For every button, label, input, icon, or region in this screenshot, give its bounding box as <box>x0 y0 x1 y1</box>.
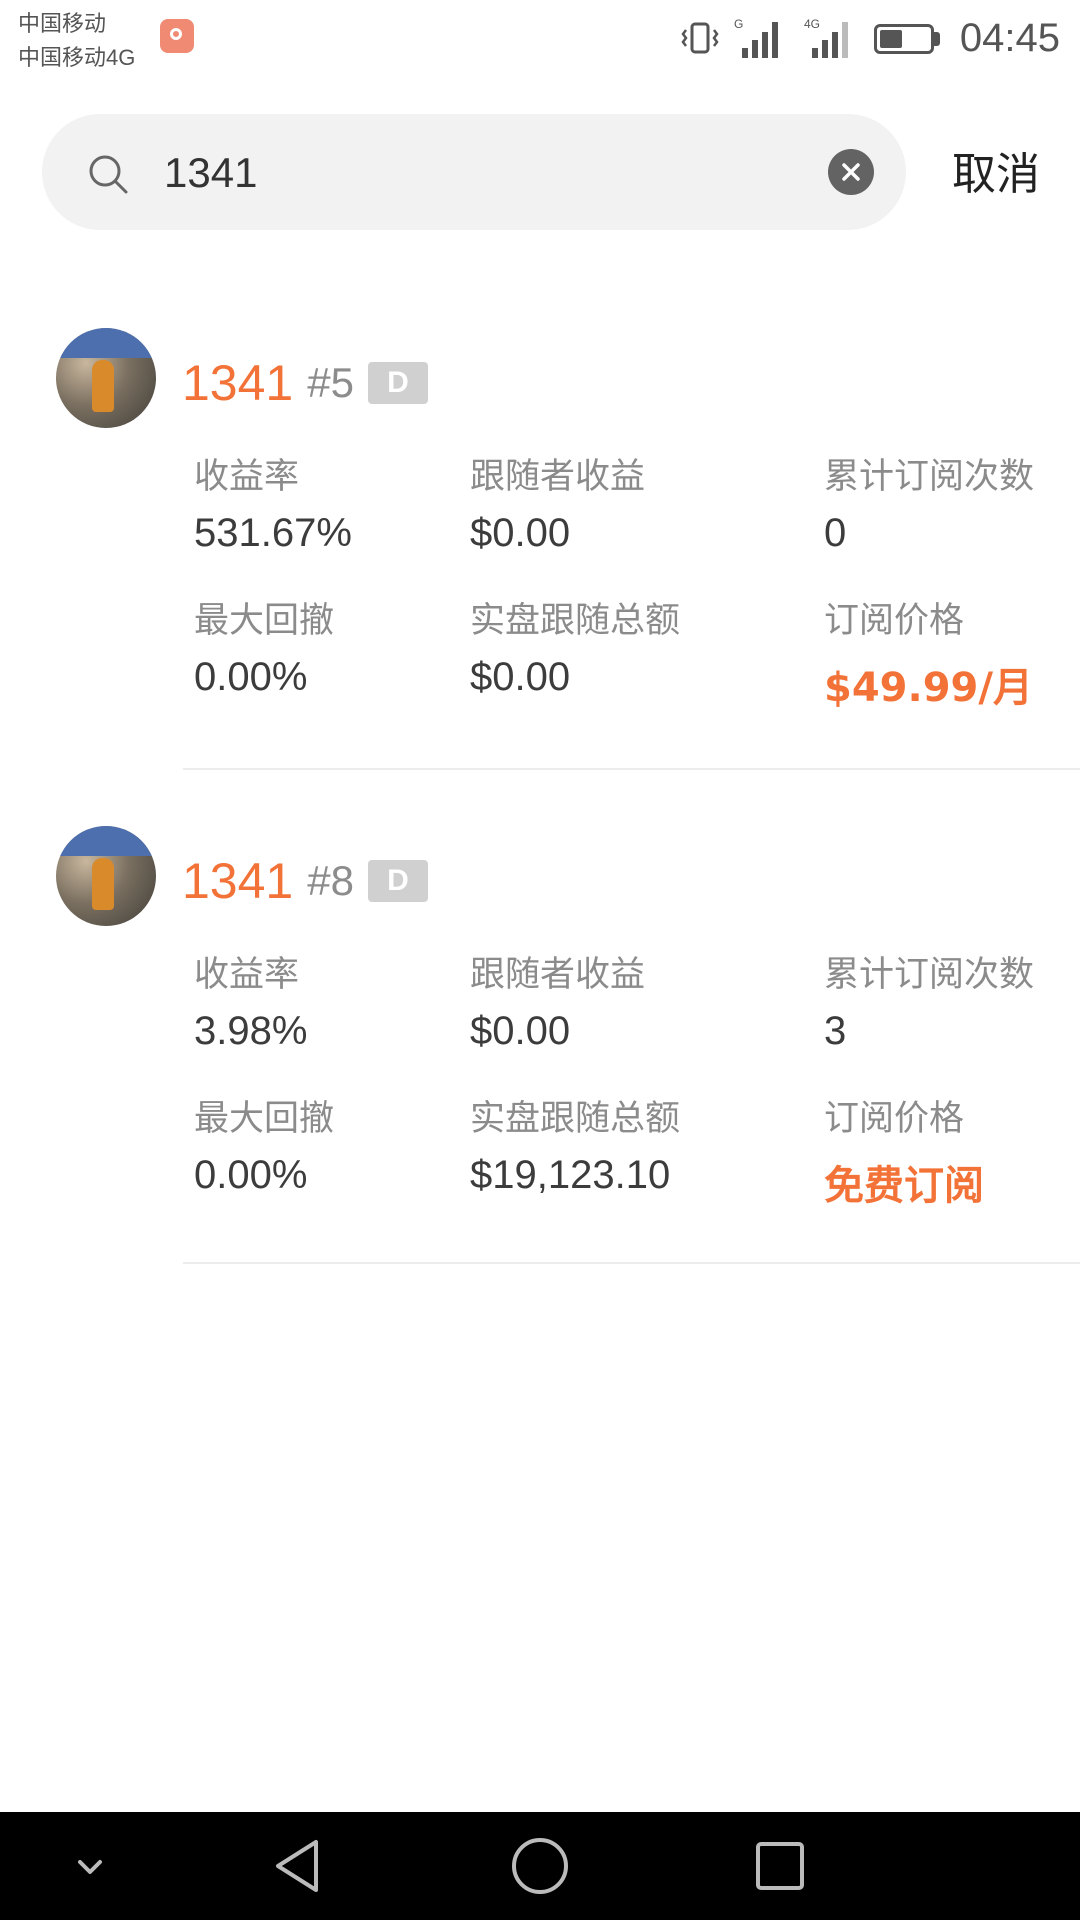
stat-value: $0.00 <box>470 655 571 699</box>
trader-name: 1341 <box>182 853 294 909</box>
navigation-bar <box>0 1812 1080 1920</box>
stat-price: 订阅价格 免费订阅 <box>824 1090 984 1211</box>
signal-4g-icon: 4G <box>804 17 848 58</box>
trader-rank: #5 <box>307 359 354 406</box>
recent-apps-icon[interactable] <box>748 1834 812 1898</box>
card-title: 1341 #5 D <box>182 354 428 412</box>
stat-value: 3 <box>824 1009 847 1053</box>
trader-name: 1341 <box>182 355 294 411</box>
stat-subscriptions: 累计订阅次数 3 <box>824 946 1034 1054</box>
carrier-name: 中国移动 <box>18 11 107 36</box>
stat-live-follow-total: 实盘跟随总额 $19,123.10 <box>470 1090 680 1198</box>
stat-max-drawdown: 最大回撤 0.00% <box>194 1090 334 1198</box>
result-card[interactable]: 1341 #5 D 收益率 531.67% 跟随者收益 $0.00 累计订阅次数… <box>0 328 1080 818</box>
status-bar: 中国移动 中国移动4G G 4G 04:45 <box>0 0 1080 80</box>
cancel-button[interactable]: 取消 <box>952 138 1040 202</box>
stat-price: 订阅价格 $49.99/月 <box>824 592 1033 713</box>
stat-value: 531.67% <box>194 511 352 555</box>
stat-value: 3.98% <box>194 1009 308 1053</box>
battery-icon <box>873 20 942 56</box>
signal-icon: G <box>734 17 778 58</box>
divider <box>183 1262 1080 1264</box>
search-bar <box>42 114 906 232</box>
stat-label: 最大回撤 <box>194 1099 335 1139</box>
clear-search-icon[interactable] <box>828 149 874 195</box>
svg-text:G: G <box>734 17 743 31</box>
back-icon[interactable] <box>268 1834 332 1898</box>
stat-label: 跟随者收益 <box>470 955 646 995</box>
stat-value: $0.00 <box>470 511 571 555</box>
home-icon[interactable] <box>508 1834 572 1898</box>
stat-label: 跟随者收益 <box>470 457 646 497</box>
carrier-name-4g: 中国移动4G <box>18 45 136 70</box>
subscription-price: $49.99/月 <box>824 665 1033 711</box>
stat-value: $19,123.10 <box>470 1153 671 1197</box>
stat-label: 收益率 <box>194 457 300 497</box>
stat-return: 收益率 3.98% <box>194 946 307 1054</box>
stat-value: 0.00% <box>194 1153 308 1197</box>
avatar[interactable] <box>56 328 156 428</box>
subscription-price: 免费订阅 <box>824 1163 984 1209</box>
stat-max-drawdown: 最大回撤 0.00% <box>194 592 334 700</box>
stat-label: 收益率 <box>194 955 300 995</box>
stat-label: 最大回撤 <box>194 601 335 641</box>
stat-follower-profit: 跟随者收益 $0.00 <box>470 946 645 1054</box>
card-title: 1341 #8 D <box>182 852 428 910</box>
avatar[interactable] <box>56 826 156 926</box>
stat-live-follow-total: 实盘跟随总额 $0.00 <box>470 592 680 700</box>
chevron-down-icon[interactable] <box>58 1834 122 1898</box>
stat-label: 订阅价格 <box>824 601 965 641</box>
search-input[interactable] <box>162 114 816 232</box>
app-notification-icon <box>160 19 194 53</box>
divider <box>183 768 1080 770</box>
demo-badge: D <box>367 362 428 404</box>
stat-value: 0.00% <box>194 655 308 699</box>
stat-value: $0.00 <box>470 1009 571 1053</box>
demo-badge: D <box>367 860 428 902</box>
stat-follower-profit: 跟随者收益 $0.00 <box>470 448 645 556</box>
stat-label: 累计订阅次数 <box>824 955 1035 995</box>
vibrate-icon <box>681 22 719 54</box>
status-icons: G 4G 04:45 <box>680 10 1060 66</box>
search-icon <box>89 155 128 194</box>
stat-label: 累计订阅次数 <box>824 457 1035 497</box>
result-card[interactable]: 1341 #8 D 收益率 3.98% 跟随者收益 $0.00 累计订阅次数 3… <box>0 826 1080 1316</box>
svg-text:4G: 4G <box>804 17 820 31</box>
trader-rank: #8 <box>307 857 354 904</box>
stat-label: 实盘跟随总额 <box>470 1099 681 1139</box>
stat-subscriptions: 累计订阅次数 0 <box>824 448 1034 556</box>
stat-label: 订阅价格 <box>824 1099 965 1139</box>
status-time: 04:45 <box>959 15 1060 60</box>
stat-label: 实盘跟随总额 <box>470 601 681 641</box>
stat-value: 0 <box>824 511 847 555</box>
stat-return: 收益率 531.67% <box>194 448 352 556</box>
